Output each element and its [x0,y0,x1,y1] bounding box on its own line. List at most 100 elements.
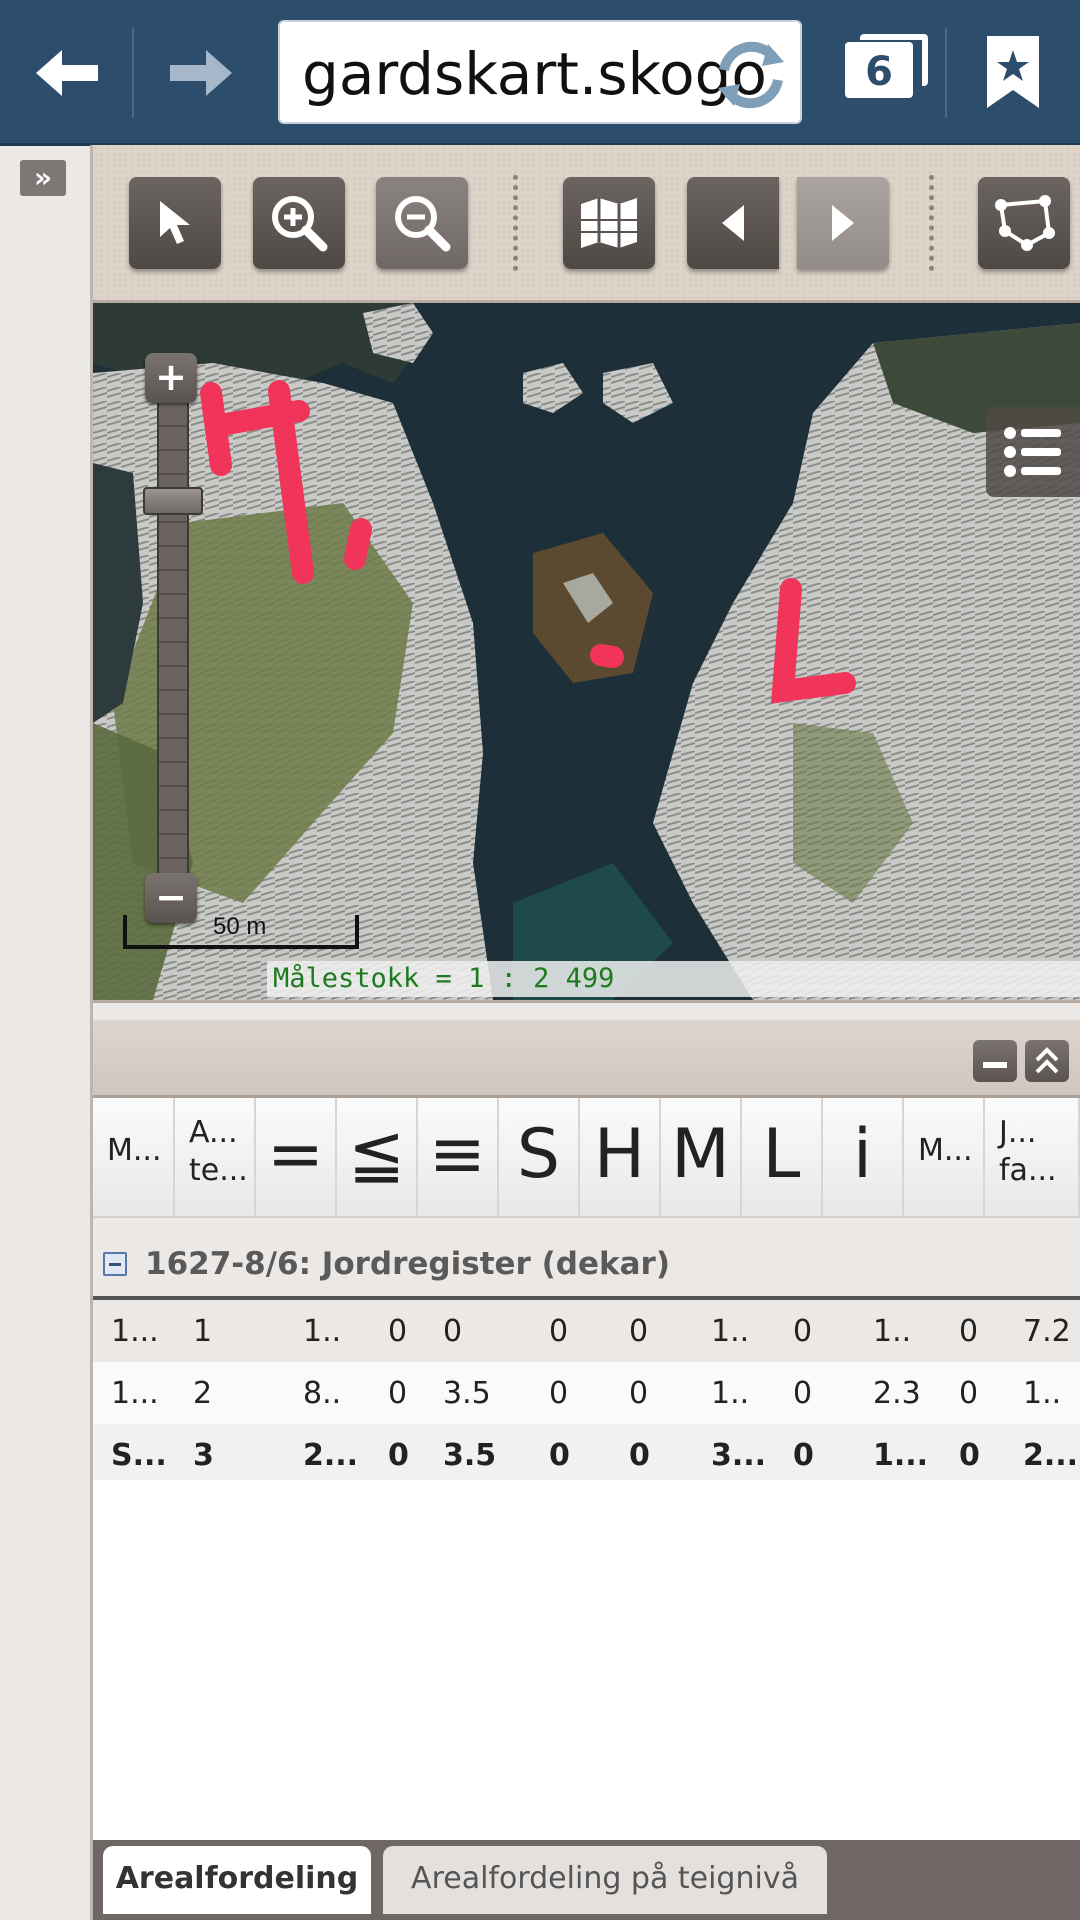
toolbar-separator [132,28,134,118]
previous-extent-button[interactable] [687,177,779,269]
panel-tabs: Arealfordeling Arealfordeling på teigniv… [93,1840,1080,1920]
table-cell: 0 [629,1376,649,1411]
table-cell: 1.. [711,1314,750,1349]
toolbar-separator [945,28,947,118]
table-cell: 0 [959,1376,979,1411]
table-cell: S... [111,1438,167,1473]
tabs-button[interactable]: 6 [845,42,913,98]
table-cell: 3 [193,1438,214,1473]
table-cell: 1.. [303,1314,342,1349]
column-header[interactable]: = [256,1098,337,1216]
arrow-right-icon [170,50,232,96]
table-cell: 1.. [873,1314,912,1349]
list-icon [1004,427,1061,477]
table-cell: 0 [793,1314,813,1349]
measure-area-tool-button[interactable] [978,177,1070,269]
table-cell: 2... [303,1438,359,1473]
column-header[interactable]: H [580,1098,661,1216]
scale-bar-label: 50 m [213,913,267,940]
column-header[interactable]: A... te... [175,1098,256,1216]
table-cell: 2 [193,1376,213,1411]
back-button[interactable] [12,18,122,128]
table-summary-row[interactable]: S... 3 2... 0 3.5 0 0 3... 0 1... 0 2... [93,1424,1080,1488]
table-cell: 7.2 [1023,1314,1071,1349]
bookmark-star-icon[interactable] [985,34,1041,110]
toolbar-separator [929,175,934,271]
tab-arealfordeling-teigniva[interactable]: Arealfordeling på teignivå [383,1846,827,1914]
reload-icon[interactable] [708,32,794,118]
aerial-imagery [93,303,1080,1000]
column-header[interactable]: ≦ [337,1098,418,1216]
table-cell: 0 [793,1438,814,1473]
table-cell: 3.5 [443,1438,497,1473]
table-cell: 1.. [1023,1376,1062,1411]
table-cell: 0 [959,1314,979,1349]
column-header[interactable]: S [499,1098,580,1216]
select-tool-button[interactable] [129,177,221,269]
minus-icon: − [155,875,187,919]
table-cell: 0 [629,1314,649,1349]
grid-panel-header [93,1020,1080,1098]
table-cell: 2.3 [873,1376,921,1411]
polygon-icon [995,195,1055,251]
table-cell: 1... [111,1376,159,1411]
grid-column-headers: M... A... te... = ≦ ≡ S H M Li M... J... fa... [93,1098,1080,1218]
table-cell: 0 [549,1438,570,1473]
folded-map-icon [581,198,637,248]
table-cell: 8.. [303,1376,342,1411]
triangle-right-icon [832,205,854,241]
forward-button[interactable] [146,18,256,128]
zoom-in-tool-button[interactable] [253,177,345,269]
map-view[interactable]: + − 50 m Målestokk = 1 : 2 499 [93,303,1080,1003]
table-cell: 0 [629,1438,650,1473]
url-text: gardskart.skogo [302,40,767,108]
column-header[interactable]: L [742,1098,823,1216]
zoom-out-tool-button[interactable] [376,177,468,269]
layer-switcher-button[interactable] [986,407,1080,497]
address-bar[interactable]: gardskart.skogo [278,20,802,124]
expand-sidebar-button[interactable]: » [20,160,66,196]
tab-arealfordeling[interactable]: Arealfordeling [103,1846,371,1914]
grid-empty-area [93,1480,1080,1840]
map-toolbar [93,145,1080,303]
group-title: 1627-8/6: Jordregister (dekar) [145,1246,670,1282]
magnifier-minus-icon [395,196,451,252]
table-row[interactable]: 1... 1 1.. 0 0 0 0 1.. 0 1.. 0 7.2 [93,1300,1080,1364]
table-cell: 2... [1023,1438,1079,1473]
cursor-arrow-icon [160,201,190,244]
column-header[interactable]: ≡ [418,1098,499,1216]
zoom-slider-track[interactable] [157,377,189,901]
collapse-group-icon[interactable] [103,1252,127,1276]
double-chevron-up-icon [1035,1047,1059,1074]
map-scale-ratio: Målestokk = 1 : 2 499 [267,961,1080,997]
triangle-left-icon [722,205,744,241]
table-cell: 0 [388,1314,408,1349]
column-header[interactable]: M... [904,1098,985,1216]
table-cell: 3... [711,1438,767,1473]
full-extent-tool-button[interactable] [563,177,655,269]
arrow-left-icon [36,50,98,96]
next-extent-button[interactable] [797,177,889,269]
column-header[interactable]: M... [93,1098,175,1216]
column-header[interactable]: M [661,1098,742,1216]
table-cell: 0 [388,1376,408,1411]
column-header[interactable]: J... fa... [985,1098,1080,1216]
column-header[interactable]: i [823,1098,904,1216]
table-cell: 1.. [711,1376,750,1411]
magnifier-plus-icon [272,196,328,252]
grid-group-header[interactable]: 1627-8/6: Jordregister (dekar) [93,1232,1080,1300]
zoom-in-button[interactable]: + [145,353,197,403]
collapse-panel-button[interactable] [1025,1040,1069,1082]
table-cell: 0 [443,1314,463,1349]
table-cell: 0 [388,1438,409,1473]
zoom-slider-handle[interactable] [143,487,203,515]
table-cell: 1... [873,1438,929,1473]
browser-toolbar: gardskart.skogo 6 [0,0,1080,146]
plus-icon: + [155,355,187,399]
table-cell: 0 [549,1314,569,1349]
table-cell: 3.5 [443,1376,491,1411]
minimize-icon [983,1062,1007,1068]
table-cell: 0 [793,1376,813,1411]
table-row[interactable]: 1... 2 8.. 0 3.5 0 0 1.. 0 2.3 0 1.. [93,1362,1080,1426]
minimize-panel-button[interactable] [973,1040,1017,1082]
